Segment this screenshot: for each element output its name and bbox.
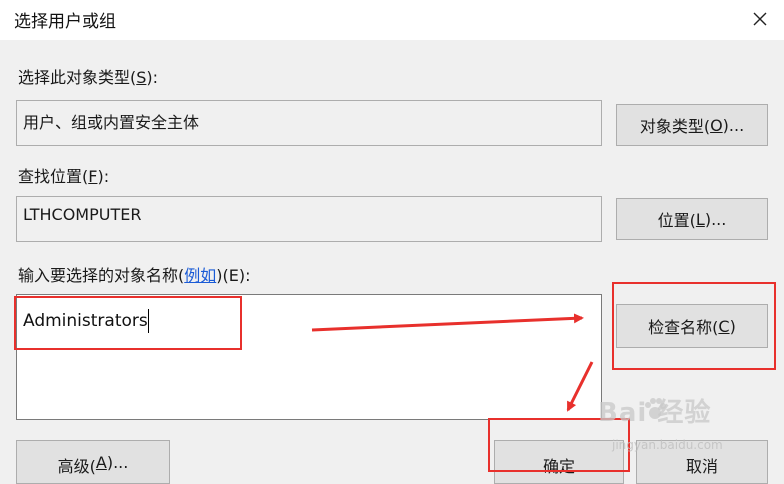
annotation-arrow-right [311,313,584,332]
annotation-arrows [311,313,594,412]
annotation-arrow-down [566,361,594,412]
